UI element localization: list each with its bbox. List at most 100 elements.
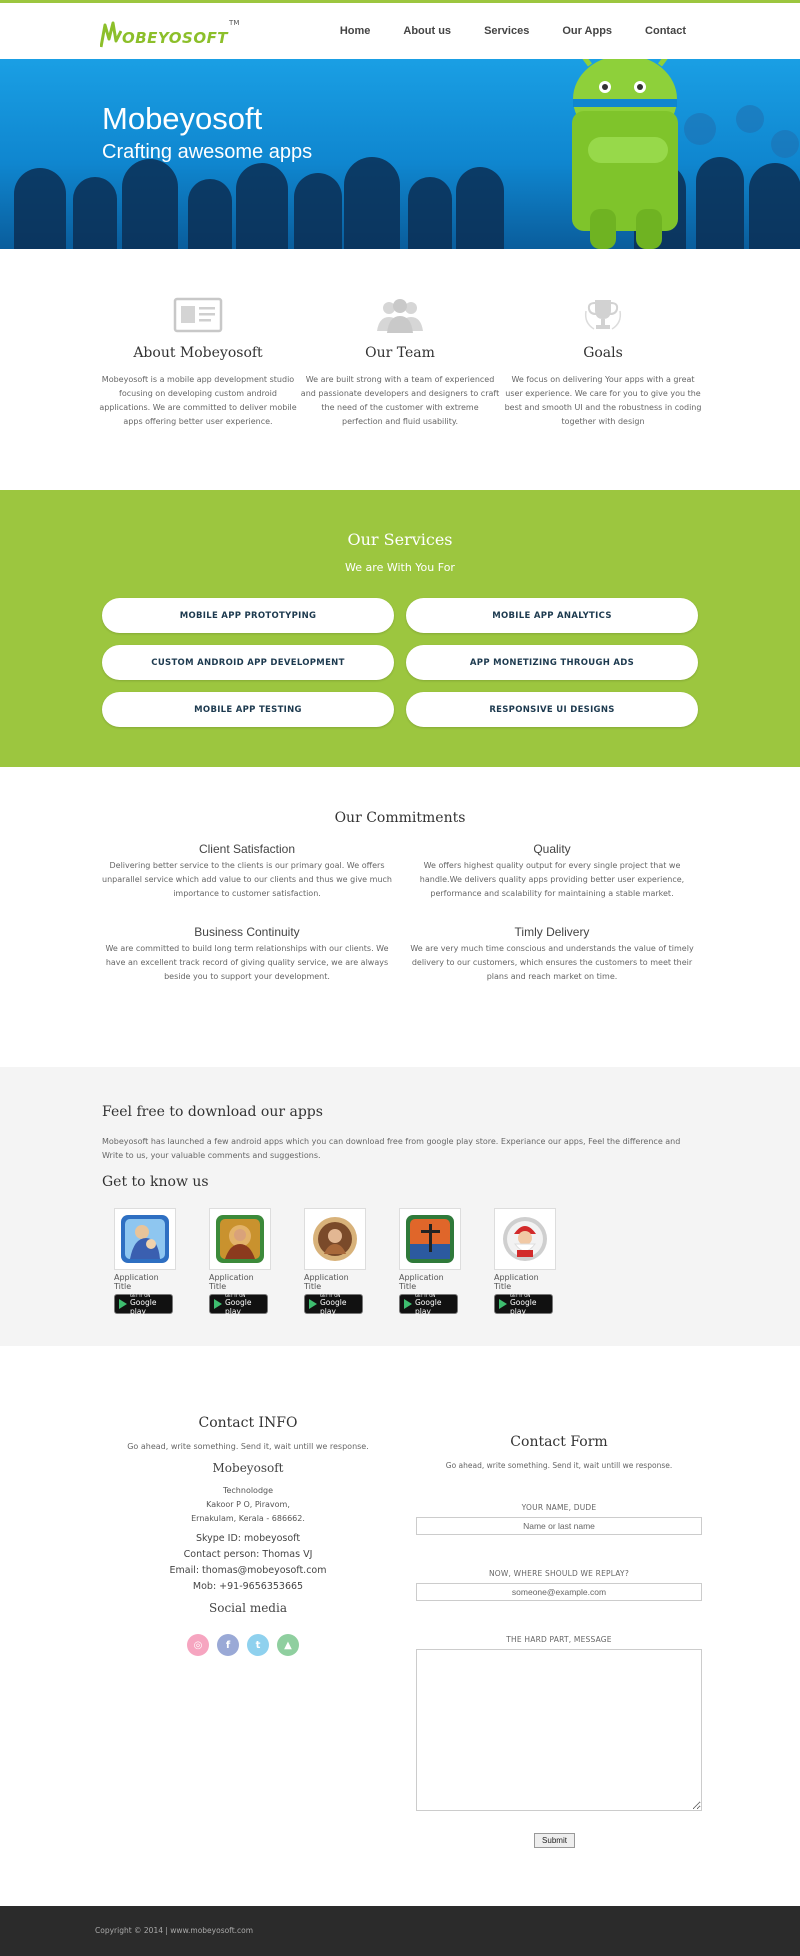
commitment-text: We are committed to build long term rela… [105,944,389,981]
app-title: Application Title [209,1273,254,1291]
nav-home[interactable]: Home [340,25,371,37]
message-textarea[interactable] [416,1649,702,1811]
app-card: Application Title GET IT ON Google play [304,1208,368,1316]
hero-title: Mobeyosoft [102,101,263,136]
badge-store-text: Google play [510,1297,537,1316]
name-input[interactable] [416,1517,702,1535]
commitment-title: Timly Delivery [514,925,590,939]
app-thumbnail[interactable] [399,1208,461,1270]
service-button-responsive-ui[interactable]: RESPONSIVE UI DESIGNS [406,692,698,727]
social-links: ◎ f t ▲ [187,1634,299,1656]
email-input[interactable] [416,1583,702,1601]
contact-email[interactable]: Email: thomas@mobeyosoft.com [120,1563,376,1579]
google-play-badge[interactable]: GET IT ON Google play [209,1293,268,1316]
badge-store-text: Google play [320,1297,347,1316]
twitter-icon[interactable]: t [247,1634,269,1656]
commitment-text: Delivering better service to the clients… [102,861,392,898]
features-section: About Mobeyosoft Mobeyosoft is a mobile … [0,249,800,490]
feature-goals-title: Goals [583,345,623,361]
app-card: Application Title GET IT ON Google play [494,1208,558,1316]
app-icon-santa [503,1217,547,1261]
badge-store-text: Google play [225,1297,252,1316]
hero-banner: Mobeyosoft Crafting awesome apps [0,59,800,249]
address-line: Ernakulam, Kerala - 686662. [191,1514,305,1523]
nav-contact[interactable]: Contact [645,25,686,37]
app-card: Application Title GET IT ON Google play [114,1208,178,1316]
services-subtitle: We are With You For [345,561,455,574]
google-play-badge[interactable]: GET IT ON Google play [399,1293,458,1316]
download-apps-section: Feel free to download our apps Mobeyosof… [0,1067,800,1346]
commitment-title: Quality [533,842,571,856]
services-section: Our Services We are With You For MOBILE … [0,490,800,767]
team-icon [377,299,423,333]
google-play-icon [309,1299,317,1309]
main-nav: Home About us Services Our Apps Contact [340,3,686,59]
feature-about: About Mobeyosoft Mobeyosoft is a mobile … [98,297,298,429]
app-thumbnail[interactable] [304,1208,366,1270]
get-to-know-title: Get to know us [102,1174,209,1190]
commitment-quality: Quality We offers highest quality output… [407,842,697,901]
social-media-title: Social media [209,1601,287,1615]
feature-goals: Goals We focus on delivering Your apps w… [503,297,703,429]
contact-person: Contact person: Thomas VJ [183,1549,313,1560]
service-button-analytics[interactable]: MOBILE APP ANALYTICS [406,598,698,633]
site-header: OBEYOSOFT TM Home About us Services Our … [0,3,800,59]
address-line: Technolodge [222,1486,274,1495]
company-name: Mobeyosoft [212,1461,284,1475]
google-play-badge[interactable]: GET IT ON Google play [114,1293,173,1316]
commitment-business-continuity: Business Continuity We are committed to … [102,925,392,984]
contact-form-title: Contact Form [510,1434,608,1450]
services-title: Our Services [347,530,453,549]
feature-goals-text: We focus on delivering Your apps with a … [504,375,702,426]
app-icon-sunset-cross [406,1215,454,1263]
app-title: Application Title [114,1273,159,1291]
app-thumbnail[interactable] [114,1208,176,1270]
feature-team-title: Our Team [365,345,435,361]
app-icon-jesus [216,1215,264,1263]
nav-our-apps[interactable]: Our Apps [562,25,612,37]
feature-about-text: Mobeyosoft is a mobile app development s… [99,375,297,426]
commitment-text: We offers highest quality output for eve… [419,861,685,898]
contact-info-title: Contact INFO [198,1415,298,1431]
feature-team-text: We are built strong with a team of exper… [300,375,500,426]
google-play-badge[interactable]: GET IT ON Google play [494,1293,553,1316]
dribbble-icon[interactable]: ◎ [187,1634,209,1656]
nav-about-us[interactable]: About us [403,25,451,37]
service-button-testing[interactable]: MOBILE APP TESTING [102,692,394,727]
service-button-android-development[interactable]: CUSTOM ANDROID APP DEVELOPMENT [102,645,394,680]
commitment-title: Client Satisfaction [198,842,296,856]
contact-mobile: Mob: +91-9656353665 [192,1581,304,1592]
commitments-section: Our Commitments Client Satisfaction Deli… [0,767,800,1067]
app-thumbnail[interactable] [209,1208,271,1270]
facebook-icon[interactable]: f [217,1634,239,1656]
commitment-text: We are very much time conscious and unde… [410,944,694,981]
site-logo[interactable]: OBEYOSOFT TM [100,15,239,49]
app-card: Application Title GET IT ON Google play [399,1208,463,1316]
trophy-icon [584,300,622,330]
android-icon[interactable]: ▲ [277,1634,299,1656]
submit-button[interactable]: Submit [534,1833,575,1848]
google-play-badge[interactable]: GET IT ON Google play [304,1293,363,1316]
badge-store-text: Google play [415,1297,442,1316]
commitment-client-satisfaction: Client Satisfaction Delivering better se… [102,842,392,901]
app-icon-madonna [121,1215,169,1263]
google-play-icon [499,1299,507,1309]
contact-info-tagline: Go ahead, write something. Send it, wait… [127,1442,369,1451]
commitment-title: Business Continuity [194,925,300,939]
commitments-title: Our Commitments [334,810,466,826]
app-icon-saint-portrait [313,1217,357,1261]
skype-id: Skype ID: mobeyosoft [195,1533,301,1544]
app-card: Application Title GET IT ON Google play [209,1208,273,1316]
nav-services[interactable]: Services [484,25,529,37]
app-thumbnail[interactable] [494,1208,556,1270]
message-label: THE HARD PART, MESSAGE [506,1635,612,1644]
service-button-monetizing[interactable]: APP MONETIZING THROUGH ADS [406,645,698,680]
contact-info: Contact INFO Go ahead, write something. … [120,1415,376,1615]
logo-trademark: TM [229,19,240,27]
name-label: YOUR NAME, DUDE [521,1503,597,1512]
service-button-prototyping[interactable]: MOBILE APP PROTOTYPING [102,598,394,633]
email-label: NOW, WHERE SHOULD WE REPLAY? [488,1569,630,1578]
google-play-icon [119,1299,127,1309]
contact-form: Contact Form Go ahead, write something. … [416,1434,702,1815]
feature-about-title: About Mobeyosoft [133,345,263,361]
